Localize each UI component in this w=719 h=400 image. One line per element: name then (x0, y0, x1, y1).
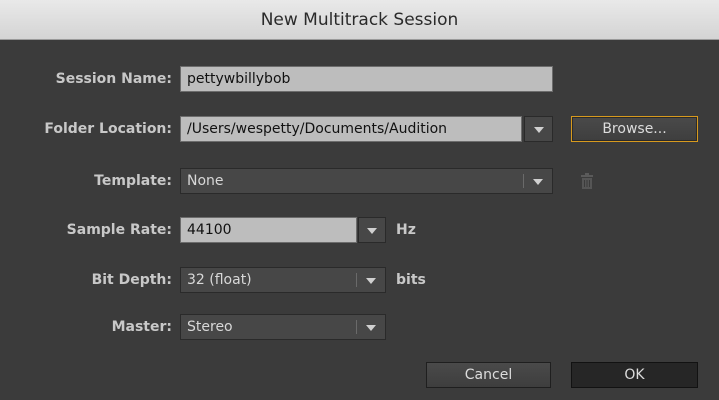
ok-button[interactable]: OK (571, 362, 698, 388)
new-multitrack-session-dialog: New Multitrack Session Session Name: pet… (0, 0, 719, 400)
sample-rate-dropdown-button[interactable] (358, 217, 386, 243)
folder-location-dropdown-button[interactable] (524, 116, 553, 142)
template-label: Template: (94, 173, 172, 189)
dialog-title: New Multitrack Session (0, 0, 719, 40)
dropdown-separator (523, 174, 524, 188)
trash-icon[interactable] (580, 173, 594, 189)
chevron-down-icon (533, 179, 543, 185)
chevron-down-icon (367, 228, 377, 234)
master-label: Master: (111, 319, 172, 335)
bit-depth-dropdown[interactable]: 32 (float) (180, 267, 386, 293)
session-name-label: Session Name: (55, 71, 172, 87)
chevron-down-icon (366, 325, 376, 331)
master-dropdown[interactable]: Stereo (180, 314, 386, 340)
chevron-down-icon (534, 127, 544, 133)
bit-depth-label: Bit Depth: (91, 272, 172, 288)
master-selected-value: Stereo (187, 319, 233, 335)
folder-location-label: Folder Location: (44, 121, 172, 137)
session-name-field[interactable]: pettywbillybob (180, 66, 553, 92)
sample-rate-unit: Hz (396, 222, 416, 238)
sample-rate-field[interactable]: 44100 (180, 217, 357, 243)
bit-depth-unit: bits (396, 272, 426, 288)
dropdown-separator (356, 320, 357, 334)
chevron-down-icon (366, 278, 376, 284)
dropdown-separator (356, 273, 357, 287)
folder-location-field[interactable]: /Users/wespetty/Documents/Audition (180, 116, 522, 142)
bit-depth-selected-value: 32 (float) (187, 272, 252, 288)
cancel-button[interactable]: Cancel (426, 362, 551, 388)
template-selected-value: None (187, 173, 224, 189)
sample-rate-label: Sample Rate: (66, 222, 172, 238)
browse-button[interactable]: Browse... (571, 116, 698, 142)
template-dropdown[interactable]: None (180, 168, 553, 194)
